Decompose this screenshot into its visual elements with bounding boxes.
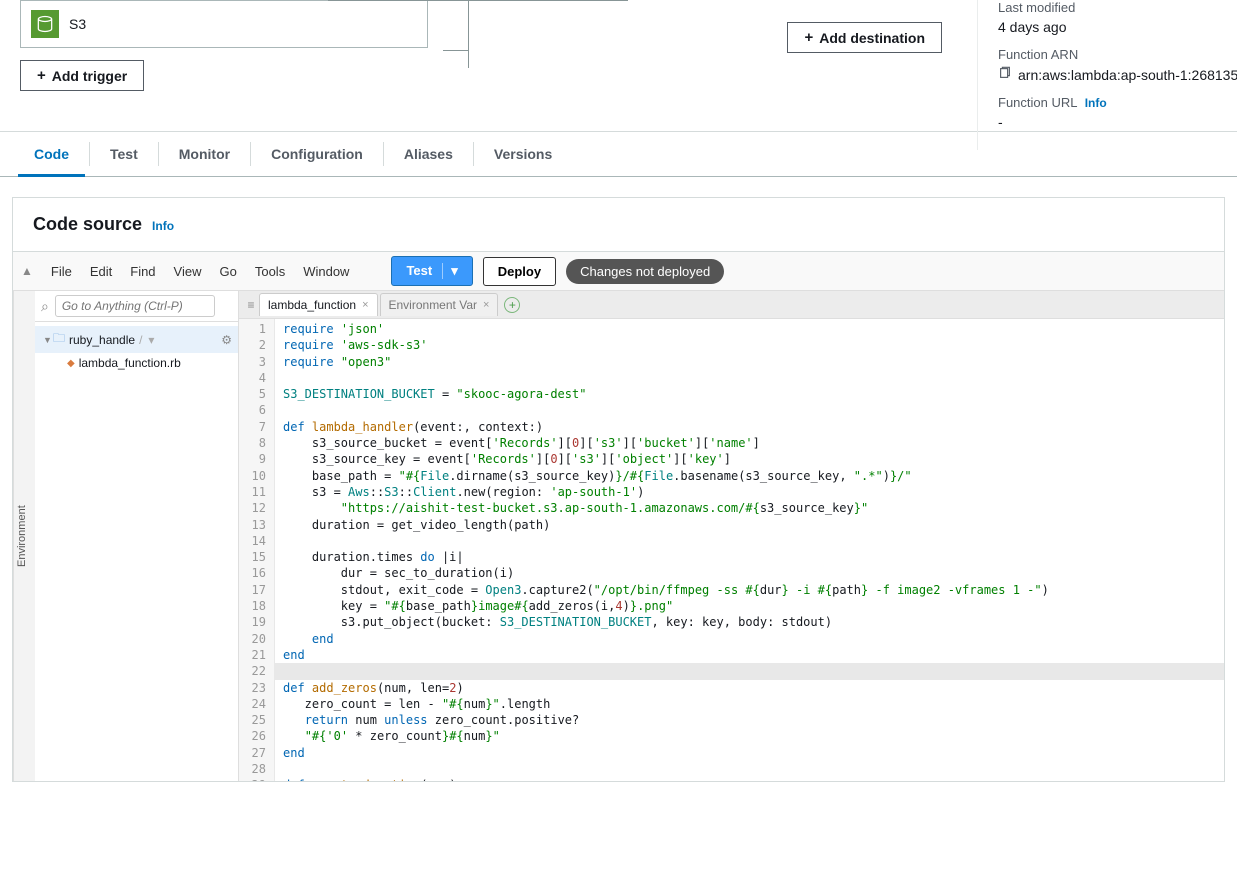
tab-code[interactable]: Code <box>18 132 85 176</box>
deploy-status: Changes not deployed <box>566 259 724 284</box>
add-destination-label: Add destination <box>819 30 925 46</box>
cloud9-ide: ▲ FileEditFindViewGoToolsWindow Test▾ De… <box>13 251 1224 781</box>
tree-file[interactable]: ◆ lambda_function.rb <box>35 353 238 373</box>
last-modified-value: 4 days ago <box>998 19 1237 35</box>
environment-sidebar-tab[interactable]: Environment <box>13 291 35 781</box>
tab-monitor[interactable]: Monitor <box>163 132 246 176</box>
menu-go[interactable]: Go <box>212 258 245 285</box>
copy-icon[interactable] <box>998 66 1012 83</box>
goto-anything-input[interactable] <box>55 295 215 317</box>
menu-view[interactable]: View <box>166 258 210 285</box>
caret-down-icon[interactable]: ▾ <box>442 263 458 279</box>
connector <box>443 50 469 68</box>
function-arn-label: Function ARN <box>998 47 1237 62</box>
plus-icon: + <box>804 29 813 46</box>
arn-text: arn:aws:lambda:ap-south-1:268135008 <box>1018 67 1237 83</box>
close-icon[interactable]: × <box>362 299 368 311</box>
code-editor[interactable]: 1234567891011121314151617181920212223242… <box>239 319 1224 781</box>
deploy-button[interactable]: Deploy <box>483 257 556 286</box>
function-arn-value: arn:aws:lambda:ap-south-1:268135008 <box>998 66 1237 83</box>
trigger-label: S3 <box>69 16 86 32</box>
trigger-s3[interactable]: S3 <box>20 0 428 48</box>
panel-title: Code source <box>33 214 142 235</box>
menu-find[interactable]: Find <box>122 258 163 285</box>
editor-tab[interactable]: lambda_function× <box>259 293 378 316</box>
add-trigger-button[interactable]: + Add trigger <box>20 60 144 91</box>
tab-list-icon[interactable]: ≡ <box>243 298 259 312</box>
connector <box>468 0 469 50</box>
code-source-panel: Code source Info ▲ FileEditFindViewGoToo… <box>12 197 1225 782</box>
tree-folder-label: ruby_handle <box>69 333 135 347</box>
caret-down-icon[interactable]: ▾ <box>148 333 154 347</box>
collapse-icon[interactable]: ▲ <box>21 264 33 278</box>
tab-versions[interactable]: Versions <box>478 132 568 176</box>
menu-window[interactable]: Window <box>295 258 357 285</box>
lambda-node-bottom <box>328 0 628 1</box>
function-url-label: Function URL Info <box>998 95 1237 110</box>
tab-test[interactable]: Test <box>94 132 154 176</box>
search-icon[interactable]: ⌕ <box>41 298 49 315</box>
tree-file-label: lambda_function.rb <box>79 356 181 370</box>
gear-icon[interactable]: ⚙ <box>221 333 232 347</box>
function-url-info-link[interactable]: Info <box>1085 96 1107 110</box>
panel-info-link[interactable]: Info <box>152 219 174 233</box>
test-button[interactable]: Test▾ <box>391 256 472 286</box>
add-trigger-label: Add trigger <box>52 68 127 84</box>
new-tab-button[interactable]: + <box>504 297 520 313</box>
tab-configuration[interactable]: Configuration <box>255 132 379 176</box>
plus-icon: + <box>37 67 46 84</box>
folder-icon: 🗀 <box>53 329 65 350</box>
ruby-file-icon: ◆ <box>67 358 75 369</box>
function-info-panel: Last modified 4 days ago Function ARN ar… <box>977 0 1237 150</box>
menu-file[interactable]: File <box>43 258 80 285</box>
close-icon[interactable]: × <box>483 299 489 311</box>
file-navigator: ⌕ ▼ 🗀 ruby_handle / ▾ ⚙ ◆ lambda_functio… <box>35 291 239 781</box>
last-modified-label: Last modified <box>998 0 1237 15</box>
function-url-value: - <box>998 114 1237 130</box>
s3-icon <box>31 10 59 38</box>
editor-tab[interactable]: Environment Var× <box>380 293 499 316</box>
add-destination-button[interactable]: + Add destination <box>787 22 942 53</box>
menu-tools[interactable]: Tools <box>247 258 293 285</box>
tree-folder-root[interactable]: ▼ 🗀 ruby_handle / ▾ ⚙ <box>35 326 238 353</box>
tab-aliases[interactable]: Aliases <box>388 132 469 176</box>
menu-edit[interactable]: Edit <box>82 258 120 285</box>
